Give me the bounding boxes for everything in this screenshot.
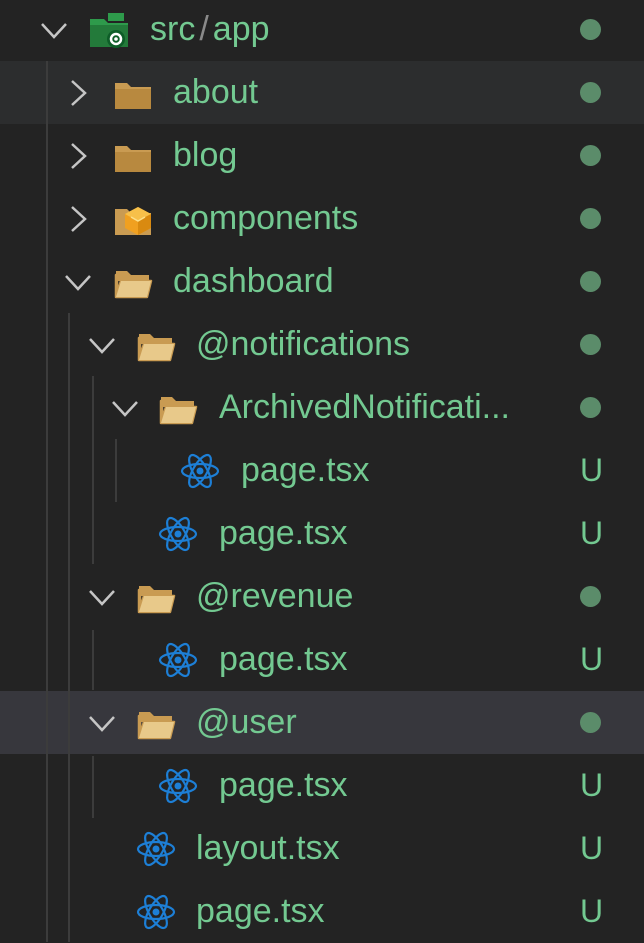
react-icon	[180, 451, 220, 491]
file-label: page.tsx	[219, 766, 348, 804]
tree-row-notifications[interactable]: @notifications	[0, 313, 644, 376]
modified-badge-dot	[580, 145, 601, 166]
folder-label: components	[173, 199, 359, 237]
folder-label: @notifications	[196, 325, 411, 363]
file-label: layout.tsx	[196, 829, 340, 867]
src-folder-gear-icon	[88, 7, 134, 53]
indent-guide	[92, 756, 94, 818]
folder-open-icon	[158, 388, 198, 428]
chevron-down-icon[interactable]	[36, 12, 72, 48]
file-label: page.tsx	[219, 640, 348, 678]
tree-row-archivednotificati[interactable]: ArchivedNotificati...	[0, 376, 644, 439]
folder-open-icon	[113, 262, 153, 302]
react-icon	[136, 892, 176, 932]
folder-label: @user	[196, 703, 297, 741]
react-icon	[158, 766, 198, 806]
modified-badge-dot	[580, 712, 601, 733]
indent-guide	[92, 376, 94, 564]
tree-row-page-tsx[interactable]: page.tsx U	[0, 502, 644, 565]
untracked-status-badge: U	[580, 893, 604, 929]
chevron-down-icon[interactable]	[84, 705, 120, 741]
untracked-status-badge: U	[580, 830, 604, 866]
untracked-status-badge: U	[580, 641, 604, 677]
root-folder-label: src / app	[150, 0, 270, 61]
tree-row-blog[interactable]: blog	[0, 124, 644, 187]
file-label: page.tsx	[219, 514, 348, 552]
indent-guide	[46, 61, 48, 942]
tree-row-page-tsx[interactable]: page.tsx U	[0, 628, 644, 691]
react-icon	[158, 640, 198, 680]
modified-badge-dot	[580, 19, 601, 40]
untracked-status-badge: U	[580, 515, 604, 551]
file-label: page.tsx	[196, 892, 325, 930]
tree-row-user[interactable]: @user	[0, 691, 644, 754]
folder-open-icon	[136, 577, 176, 617]
folder-icon	[113, 136, 153, 176]
chevron-down-icon[interactable]	[60, 264, 96, 300]
chevron-right-icon[interactable]	[60, 201, 96, 237]
chevron-down-icon[interactable]	[107, 390, 143, 426]
root-folder-name: src	[150, 10, 196, 48]
tree-row-page-tsx[interactable]: page.tsx U	[0, 439, 644, 502]
modified-badge-dot	[580, 334, 601, 355]
untracked-status-badge: U	[580, 767, 604, 803]
chevron-right-icon[interactable]	[60, 75, 96, 111]
tree-row-about[interactable]: about	[0, 61, 644, 124]
tree-row-components[interactable]: components	[0, 187, 644, 250]
folder-label: ArchivedNotificati...	[219, 388, 510, 426]
modified-badge-dot	[580, 208, 601, 229]
components-folder-icon	[113, 199, 153, 239]
modified-badge-dot	[580, 271, 601, 292]
folder-label: about	[173, 73, 259, 111]
tree-row-src-app[interactable]: src / app	[0, 0, 644, 61]
tree-row-revenue[interactable]: @revenue	[0, 565, 644, 628]
modified-badge-dot	[580, 82, 601, 103]
untracked-status-badge: U	[580, 452, 604, 488]
chevron-down-icon[interactable]	[84, 579, 120, 615]
react-icon	[136, 829, 176, 869]
root-folder-subname: app	[212, 10, 270, 48]
folder-icon	[113, 73, 153, 113]
modified-badge-dot	[580, 586, 601, 607]
tree-row-layout-tsx[interactable]: layout.tsx U	[0, 817, 644, 880]
indent-guide	[68, 313, 70, 942]
folder-open-icon	[136, 703, 176, 743]
indent-guide	[92, 630, 94, 690]
folder-label: @revenue	[196, 577, 354, 615]
file-label: page.tsx	[241, 451, 370, 489]
tree-row-page-tsx[interactable]: page.tsx U	[0, 880, 644, 943]
folder-open-icon	[136, 325, 176, 365]
chevron-right-icon[interactable]	[60, 138, 96, 174]
indent-guide	[115, 439, 117, 502]
modified-badge-dot	[580, 397, 601, 418]
react-icon	[158, 514, 198, 554]
tree-row-dashboard[interactable]: dashboard	[0, 250, 644, 313]
path-separator: /	[199, 10, 209, 48]
folder-label: dashboard	[173, 262, 334, 300]
folder-label: blog	[173, 136, 238, 174]
file-explorer-tree: src / app about blog components dashboard @not…	[0, 0, 644, 942]
tree-row-page-tsx[interactable]: page.tsx U	[0, 754, 644, 817]
chevron-down-icon[interactable]	[84, 327, 120, 363]
